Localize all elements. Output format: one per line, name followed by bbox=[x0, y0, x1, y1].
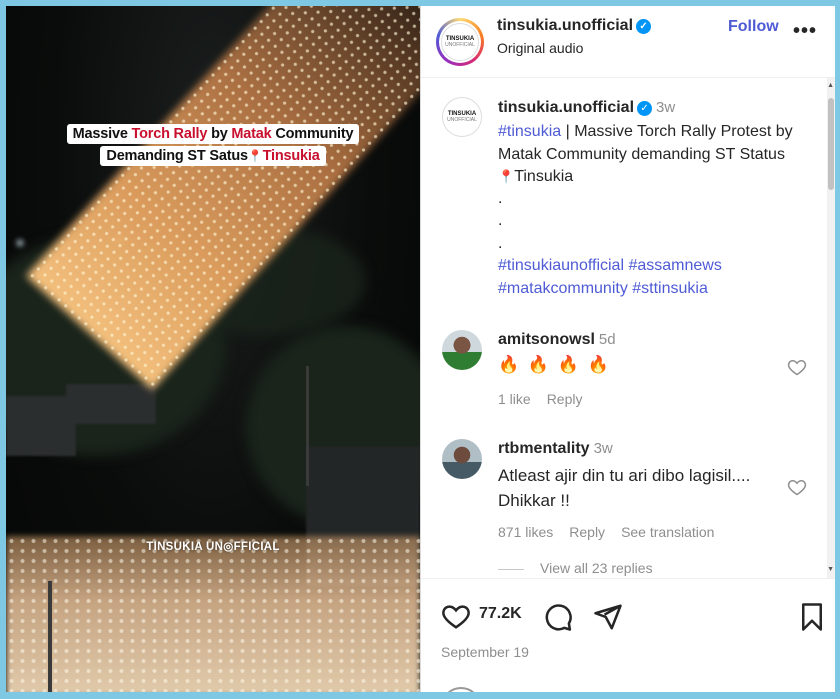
distant-light bbox=[17, 240, 23, 246]
video-caption-line1: Massive Torch Rally by Matak Community bbox=[6, 124, 420, 144]
divider bbox=[498, 568, 524, 570]
comment-username[interactable]: amitsonowsl bbox=[498, 331, 595, 348]
caption-place: Tinsukia bbox=[514, 168, 574, 185]
comment-meta: 1 like Reply bbox=[498, 391, 598, 407]
action-bar: 77.2K September 19 bbox=[421, 578, 835, 692]
pin-icon: 📍 bbox=[498, 169, 515, 184]
view-replies-button[interactable]: View all 23 replies bbox=[498, 560, 653, 576]
video-player[interactable]: Massive Torch Rally by Matak Community D… bbox=[6, 6, 420, 692]
reply-button[interactable]: Reply bbox=[569, 524, 605, 540]
see-translation-link[interactable]: See translation bbox=[621, 524, 714, 540]
comment-likes[interactable]: 871 likes bbox=[498, 524, 553, 540]
header-username[interactable]: tinsukia.unofficial ✓ bbox=[497, 17, 652, 35]
commenter-avatar[interactable] bbox=[442, 439, 482, 479]
utility-pole bbox=[48, 581, 52, 692]
username-text[interactable]: tinsukia.unofficial bbox=[497, 17, 633, 34]
hashtag-link[interactable]: #tinsukia bbox=[498, 123, 561, 140]
post-time: 3w bbox=[656, 99, 676, 116]
hashtags-line1[interactable]: #tinsukiaunofficial #assamnews bbox=[498, 255, 798, 278]
comment-meta: 871 likes Reply See translation bbox=[498, 524, 730, 540]
post-panel: TINSUKIA UNOFFICIAL tinsukia.unofficial ✓… bbox=[420, 6, 835, 692]
building bbox=[66, 384, 156, 424]
logo-subtext: UNOFFICIAL bbox=[447, 117, 477, 123]
verified-icon: ✓ bbox=[637, 101, 653, 116]
comment-header: rtbmentality 3w bbox=[498, 440, 613, 458]
reply-button[interactable]: Reply bbox=[547, 391, 583, 407]
current-user-avatar[interactable] bbox=[441, 687, 481, 692]
video-watermark: TINSUKIA UN◎FFICIAL bbox=[146, 541, 280, 553]
scroll-up-arrow-icon[interactable]: ▲ bbox=[827, 82, 834, 89]
verified-icon: ✓ bbox=[636, 19, 652, 34]
logo-subtext: UNOFFICIAL bbox=[445, 42, 475, 48]
comments-list[interactable]: TINSUKIA UNOFFICIAL tinsukia.unofficial ✓… bbox=[421, 78, 835, 578]
utility-pole bbox=[306, 366, 309, 486]
caption-dot: . bbox=[498, 190, 503, 207]
video-caption-line2: Demanding ST Satus📍Tinsukia bbox=[6, 146, 420, 166]
scrollbar-thumb[interactable] bbox=[828, 98, 834, 190]
profile-avatar[interactable]: TINSUKIA UNOFFICIAL bbox=[436, 18, 484, 66]
post-header: TINSUKIA UNOFFICIAL tinsukia.unofficial ✓… bbox=[421, 6, 835, 78]
share-send-icon[interactable] bbox=[593, 602, 623, 632]
audio-link[interactable]: Original audio bbox=[497, 40, 583, 56]
app-window: Massive Torch Rally by Matak Community D… bbox=[6, 6, 835, 692]
commenter-avatar[interactable] bbox=[442, 330, 482, 370]
more-options-icon[interactable]: ••• bbox=[793, 20, 817, 43]
crowd-torches bbox=[6, 536, 420, 692]
comment-like-icon[interactable] bbox=[787, 477, 807, 497]
comment-header: amitsonowsl 5d bbox=[498, 331, 616, 349]
comment-time: 3w bbox=[593, 440, 613, 457]
like-count[interactable]: 77.2K bbox=[479, 605, 522, 623]
caption-dot: . bbox=[498, 212, 503, 229]
comment-username[interactable]: rtbmentality bbox=[498, 440, 590, 457]
scroll-down-arrow-icon[interactable]: ▼ bbox=[827, 566, 834, 573]
comment-text: Atleast ajir din tu ari dibo lagisil....… bbox=[498, 466, 751, 510]
bookmark-save-icon[interactable] bbox=[797, 602, 827, 632]
comment-like-icon[interactable] bbox=[787, 357, 807, 377]
post-author-line: tinsukia.unofficial ✓ 3w bbox=[498, 99, 675, 117]
comment-likes[interactable]: 1 like bbox=[498, 391, 531, 407]
follow-button[interactable]: Follow bbox=[728, 18, 779, 36]
like-heart-icon[interactable] bbox=[441, 601, 471, 631]
comment-text: 🔥 🔥 🔥 🔥 bbox=[498, 355, 611, 374]
pin-icon: 📍 bbox=[247, 149, 263, 163]
comment-time: 5d bbox=[598, 331, 616, 348]
comment-icon[interactable] bbox=[543, 602, 573, 632]
view-replies-text[interactable]: View all 23 replies bbox=[540, 560, 653, 576]
post-author-avatar[interactable]: TINSUKIA UNOFFICIAL bbox=[442, 97, 482, 137]
hashtags-line2[interactable]: #matakcommunity #sttinsukia bbox=[498, 278, 798, 301]
post-author-username[interactable]: tinsukia.unofficial bbox=[498, 99, 634, 116]
post-date: September 19 bbox=[441, 644, 529, 660]
post-caption: #tinsukia | Massive Torch Rally Protest … bbox=[498, 121, 798, 189]
caption-dot: . bbox=[498, 235, 503, 252]
